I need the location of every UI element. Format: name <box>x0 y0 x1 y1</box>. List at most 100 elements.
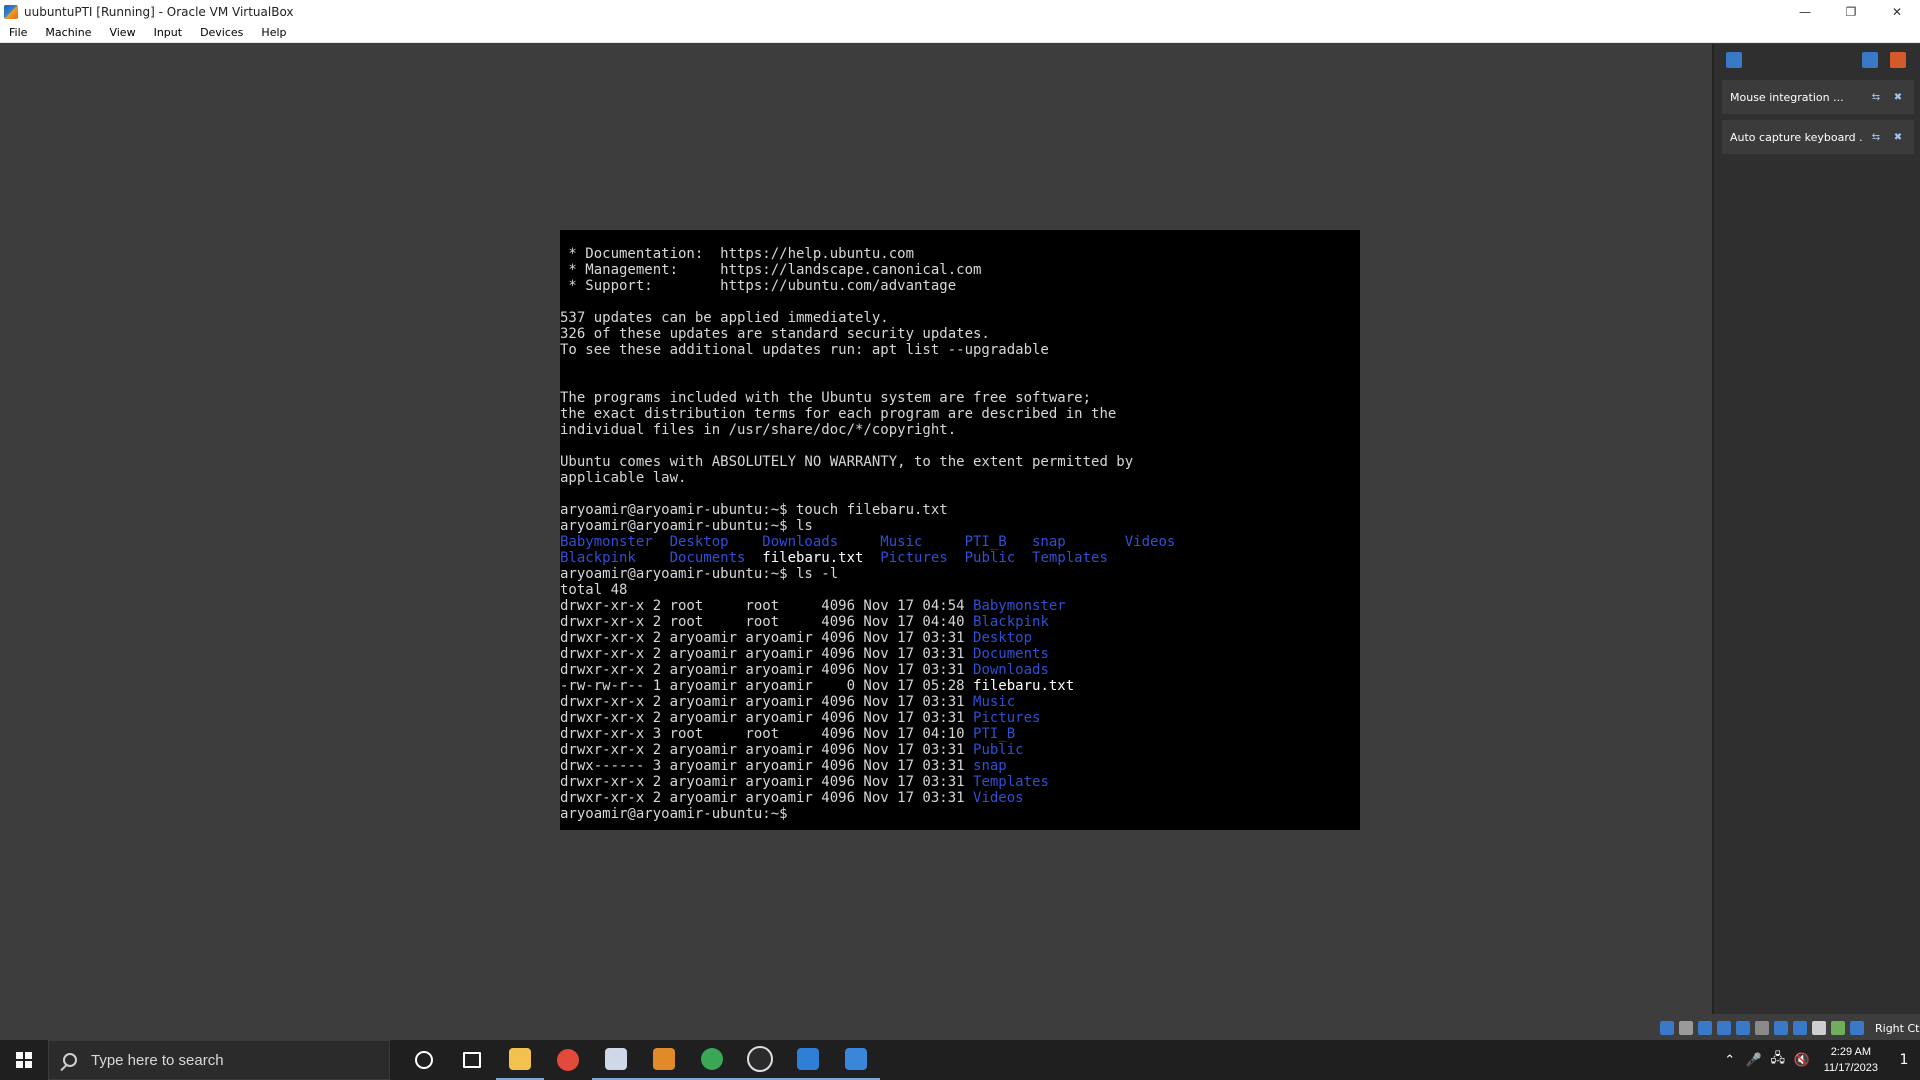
terminal-text: drwxr-xr-x 2 aryoamir aryoamir 4096 Nov … <box>560 662 974 678</box>
virtualbox-cube-glyph <box>605 1048 627 1070</box>
status-device-icon[interactable] <box>1831 1021 1845 1035</box>
close-notification-icon[interactable]: ✖ <box>1890 129 1906 145</box>
terminal-line: drwxr-xr-x 2 aryoamir aryoamir 4096 Nov … <box>560 774 1360 790</box>
terminal-output: * Documentation: https://help.ubuntu.com… <box>560 246 1360 822</box>
status-device-icon[interactable] <box>1717 1021 1731 1035</box>
clock-date: 11/17/2023 <box>1823 1062 1878 1074</box>
menu-input[interactable]: Input <box>145 26 191 39</box>
virtualbox-glyph <box>653 1048 675 1070</box>
file-explorer-glyph <box>509 1048 531 1070</box>
terminal-text: drwxr-xr-x 2 aryoamir aryoamir 4096 Nov … <box>560 790 974 806</box>
vm-window-glyph <box>845 1048 867 1070</box>
terminal-line: aryoamir@aryoamir-ubuntu:~$ ls <box>560 518 1360 534</box>
vm-display[interactable]: * Documentation: https://help.ubuntu.com… <box>560 230 1360 830</box>
status-device-icon[interactable] <box>1850 1021 1864 1035</box>
terminal-line: drwxr-xr-x 2 aryoamir aryoamir 4096 Nov … <box>560 790 1360 806</box>
task-view-glyph <box>463 1052 481 1068</box>
virtualbox-icon[interactable] <box>640 1040 688 1080</box>
dismiss-all-icon[interactable] <box>1890 52 1906 68</box>
terminal-text: drwxr-xr-x 2 aryoamir aryoamir 4096 Nov … <box>560 646 974 662</box>
terminal-line: 537 updates can be applied immediately. <box>560 310 1360 326</box>
menu-file[interactable]: File <box>0 26 36 39</box>
search-placeholder: Type here to search <box>91 1051 224 1069</box>
notification-mouse-integration[interactable]: Mouse integration ... ⇆ ✖ <box>1722 80 1914 114</box>
directory-name: Blackpink <box>973 614 1049 630</box>
window-controls: — ❐ ✕ <box>1782 0 1920 23</box>
terminal-text: drwx------ 3 aryoamir aryoamir 4096 Nov … <box>560 758 974 774</box>
task-view-icon[interactable] <box>448 1040 496 1080</box>
status-device-icon[interactable] <box>1774 1021 1788 1035</box>
directory-name: PTI_B <box>973 726 1016 742</box>
chrome-icon[interactable] <box>544 1040 592 1080</box>
terminal-text: 326 of these updates are standard securi… <box>560 326 990 342</box>
status-device-icon[interactable] <box>1755 1021 1769 1035</box>
terminal-line: drwxr-xr-x 3 root root 4096 Nov 17 04:10… <box>560 726 1360 742</box>
close-button[interactable]: ✕ <box>1874 0 1920 23</box>
vm-window-icon[interactable] <box>832 1040 880 1080</box>
status-device-icon[interactable] <box>1793 1021 1807 1035</box>
menu-machine[interactable]: Machine <box>36 26 100 39</box>
media-player-glyph <box>797 1048 819 1070</box>
directory-name: Pictures <box>973 710 1041 726</box>
terminal-line: aryoamir@aryoamir-ubuntu:~$ <box>560 806 1360 822</box>
obs-icon[interactable] <box>736 1040 784 1080</box>
terminal-line: drwxr-xr-x 2 aryoamir aryoamir 4096 Nov … <box>560 662 1360 678</box>
taskbar-search-box[interactable]: Type here to search <box>48 1040 390 1080</box>
status-device-icon[interactable] <box>1660 1021 1674 1035</box>
start-button[interactable] <box>0 1040 48 1080</box>
terminal-line: To see these additional updates run: apt… <box>560 342 1360 358</box>
status-device-icon[interactable] <box>1679 1021 1693 1035</box>
host-key-label: Right Ctrl <box>1875 1021 1920 1035</box>
directory-name: Desktop <box>973 630 1033 646</box>
network-icon[interactable]: 🖧 <box>1766 1049 1790 1071</box>
chrome-profile-glyph <box>701 1048 723 1070</box>
directory-name: Music <box>973 694 1016 710</box>
directory-name: Downloads <box>973 662 1049 678</box>
file-explorer-icon[interactable] <box>496 1040 544 1080</box>
show-hidden-icons-chevron-icon[interactable]: ⌃ <box>1718 1053 1742 1068</box>
terminal-line: * Support: https://ubuntu.com/advantage <box>560 278 1360 294</box>
restore-button[interactable]: ❐ <box>1828 0 1874 23</box>
directory-name: Babymonster <box>973 598 1066 614</box>
terminal-text: aryoamir@aryoamir-ubuntu:~$ ls -l <box>560 566 839 582</box>
terminal-line: * Management: https://landscape.canonica… <box>560 262 1360 278</box>
terminal-line: Ubuntu comes with ABSOLUTELY NO WARRANTY… <box>560 454 1360 470</box>
status-device-icon[interactable] <box>1698 1021 1712 1035</box>
terminal-text: The programs included with the Ubuntu sy… <box>560 390 1092 406</box>
menu-help[interactable]: Help <box>252 26 295 39</box>
menu-view[interactable]: View <box>100 26 144 39</box>
terminal-line: 326 of these updates are standard securi… <box>560 326 1360 342</box>
close-notification-icon[interactable]: ✖ <box>1890 89 1906 105</box>
terminal-text: aryoamir@aryoamir-ubuntu:~$ ls <box>560 518 813 534</box>
terminal-line: * Documentation: https://help.ubuntu.com <box>560 246 1360 262</box>
minimize-button[interactable]: — <box>1782 0 1828 23</box>
terminal-line: applicable law. <box>560 470 1360 486</box>
action-center-button[interactable]: 1 <box>1888 1040 1920 1080</box>
notification-center-pane: Mouse integration ... ⇆ ✖ Auto capture k… <box>1712 44 1920 1014</box>
microphone-icon[interactable]: 🎤 <box>1742 1053 1766 1068</box>
menu-devices[interactable]: Devices <box>191 26 252 39</box>
sort-notifications-icon[interactable] <box>1862 52 1878 68</box>
terminal-text: drwxr-xr-x 3 root root 4096 Nov 17 04:10 <box>560 726 974 742</box>
volume-muted-icon[interactable]: 🔇 <box>1790 1053 1814 1068</box>
virtualbox-cube-icon[interactable] <box>592 1040 640 1080</box>
search-icon <box>63 1053 77 1067</box>
terminal-text: drwxr-xr-x 2 root root 4096 Nov 17 04:40 <box>560 614 974 630</box>
notification-auto-capture-keyboard[interactable]: Auto capture keyboard ... ⇆ ✖ <box>1722 120 1914 154</box>
chrome-profile-icon[interactable] <box>688 1040 736 1080</box>
status-device-icon[interactable] <box>1812 1021 1826 1035</box>
notification-text: Mouse integration ... <box>1730 90 1844 104</box>
directory-name: Pictures Public Templates <box>863 550 1108 566</box>
toggle-notification-icon[interactable]: ⇆ <box>1868 89 1884 105</box>
terminal-line: drwxr-xr-x 2 aryoamir aryoamir 4096 Nov … <box>560 630 1360 646</box>
media-player-icon[interactable] <box>784 1040 832 1080</box>
taskbar-clock[interactable]: 2:29 AM 11/17/2023 <box>1824 1044 1878 1076</box>
cortana-icon[interactable] <box>400 1040 448 1080</box>
toggle-notification-icon[interactable]: ⇆ <box>1868 129 1884 145</box>
notification-center-icon[interactable] <box>1726 52 1742 68</box>
status-device-icon[interactable] <box>1736 1021 1750 1035</box>
